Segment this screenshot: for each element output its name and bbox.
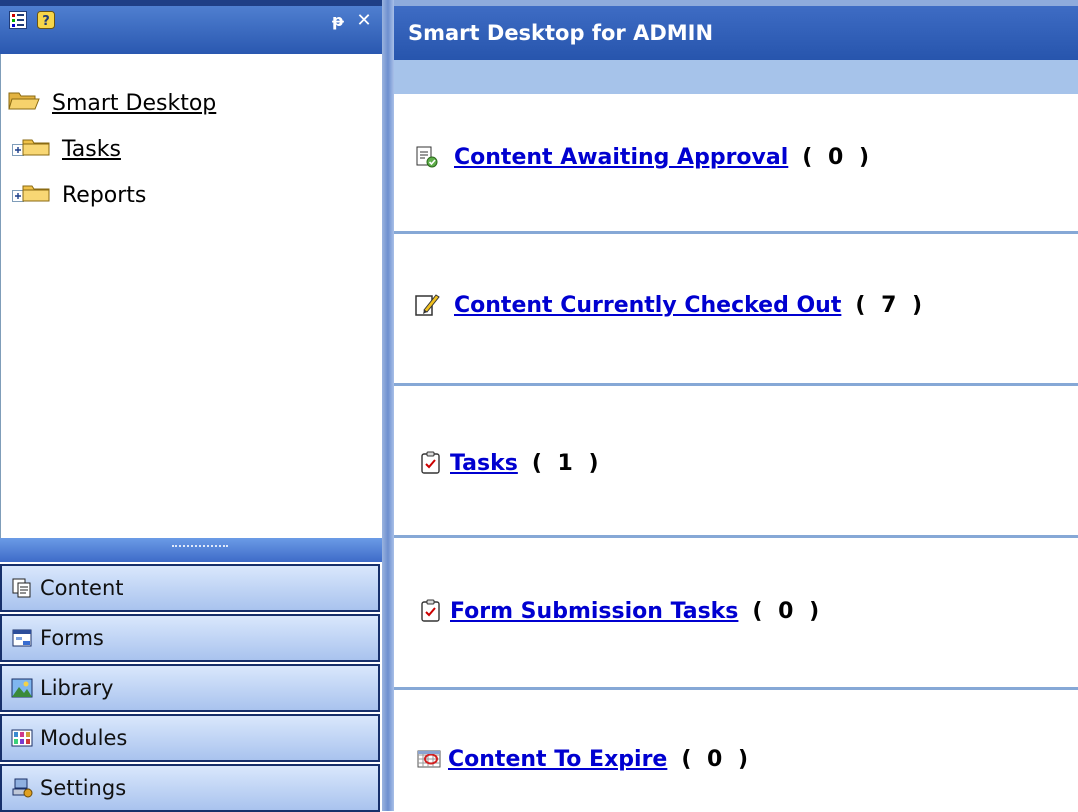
left-pane-header: ? ᵽ ✕ xyxy=(0,0,382,54)
grip-dots xyxy=(172,545,228,551)
summary-item-form-submission-tasks: Form Submission Tasks ( 0 ) xyxy=(394,538,1078,690)
tree-root-smart-desktop[interactable]: Smart Desktop xyxy=(8,80,378,126)
count-badge: ( 0 ) xyxy=(752,598,824,624)
task-icon xyxy=(418,598,444,624)
folder-open-icon xyxy=(8,89,40,117)
tree-item-reports[interactable]: Reports xyxy=(8,172,378,218)
count-badge: ( 1 ) xyxy=(531,450,603,476)
summary-item-checked-out: Content Currently Checked Out ( 7 ) xyxy=(394,234,1078,386)
summary-row: Content Awaiting Approval ( 0 ) xyxy=(414,144,873,170)
link-content-checked-out[interactable]: Content Currently Checked Out xyxy=(454,293,841,318)
close-icon[interactable]: ✕ xyxy=(354,10,374,31)
svg-text:?: ? xyxy=(42,14,50,29)
nav-button-content[interactable]: Content xyxy=(0,564,380,612)
summary-row: Tasks ( 1 ) xyxy=(418,450,603,476)
modules-icon xyxy=(10,726,34,750)
tree-root-label[interactable]: Smart Desktop xyxy=(52,91,216,116)
library-icon xyxy=(10,676,34,700)
nav-button-settings[interactable]: Settings xyxy=(0,764,380,812)
pane-splitter[interactable] xyxy=(382,0,394,811)
nav-label: Modules xyxy=(40,726,128,750)
content-icon xyxy=(10,576,34,600)
tree-item-label[interactable]: Tasks xyxy=(62,137,121,162)
summary-item-content-to-expire: Content To Expire ( 0 ) xyxy=(394,690,1078,811)
link-content-to-expire[interactable]: Content To Expire xyxy=(448,747,667,772)
folder-icon xyxy=(22,181,52,209)
nav-button-forms[interactable]: Forms xyxy=(0,614,380,662)
checked-out-icon xyxy=(414,292,440,318)
tree-item-label[interactable]: Reports xyxy=(62,183,146,208)
nav-label: Content xyxy=(40,576,124,600)
link-content-awaiting-approval[interactable]: Content Awaiting Approval xyxy=(454,145,788,170)
page-title: Smart Desktop for ADMIN xyxy=(408,21,714,45)
tree-view: Smart Desktop Tasks Reports xyxy=(8,80,378,218)
left-pane-border xyxy=(0,54,8,540)
nav-label: Library xyxy=(40,676,114,700)
expire-icon xyxy=(416,746,442,772)
nav-label: Settings xyxy=(40,776,127,800)
help-icon[interactable]: ? xyxy=(36,10,56,30)
sub-bar xyxy=(394,60,1078,94)
summary-item-awaiting-approval: Content Awaiting Approval ( 0 ) xyxy=(394,94,1078,234)
task-icon xyxy=(418,450,444,476)
count-badge: ( 0 ) xyxy=(802,144,874,170)
tree-view-icon[interactable] xyxy=(8,10,28,30)
summary-row: Form Submission Tasks ( 0 ) xyxy=(418,598,823,624)
count-badge: ( 7 ) xyxy=(855,292,927,318)
forms-icon xyxy=(10,626,34,650)
pin-icon[interactable]: ᵽ xyxy=(328,10,348,30)
summary-row: Content To Expire ( 0 ) xyxy=(416,746,752,772)
title-bar: Smart Desktop for ADMIN xyxy=(394,6,1078,60)
count-badge: ( 0 ) xyxy=(681,746,753,772)
summary-item-tasks: Tasks ( 1 ) xyxy=(394,386,1078,538)
settings-icon xyxy=(10,776,34,800)
tree-item-tasks[interactable]: Tasks xyxy=(8,126,378,172)
link-tasks[interactable]: Tasks xyxy=(450,451,518,476)
approval-icon xyxy=(414,144,440,170)
nav-label: Forms xyxy=(40,626,104,650)
main-pane: Smart Desktop for ADMIN Content Awaiting… xyxy=(394,0,1078,811)
pane-resize-handle[interactable] xyxy=(0,538,382,562)
link-form-submission-tasks[interactable]: Form Submission Tasks xyxy=(450,599,738,624)
summary-row: Content Currently Checked Out ( 7 ) xyxy=(414,292,926,318)
left-pane: ? ᵽ ✕ Smart Desktop Tasks Reports Conten… xyxy=(0,0,382,812)
nav-button-modules[interactable]: Modules xyxy=(0,714,380,762)
folder-icon xyxy=(22,135,52,163)
nav-button-library[interactable]: Library xyxy=(0,664,380,712)
